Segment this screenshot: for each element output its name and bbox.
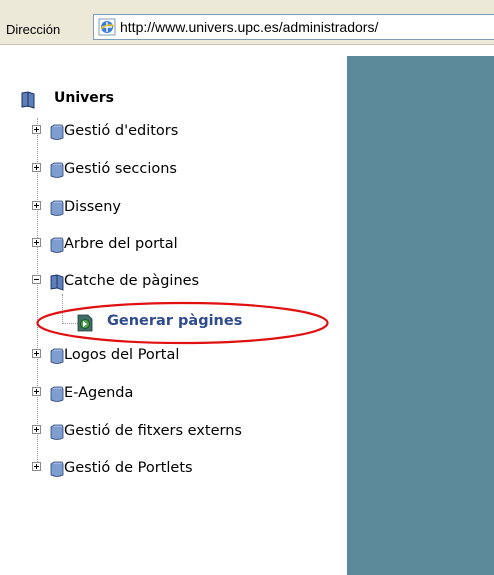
address-bar: Dirección http://www.univers.upc.es/admi…: [0, 0, 494, 45]
tree-node-label: Gestió d'editors: [64, 123, 179, 139]
toolbar-strip: [0, 0, 494, 12]
content-frame-top: [347, 45, 494, 56]
tree-node-label: Catche de pàgines: [64, 273, 200, 289]
tree-node-label: E-Agenda: [64, 385, 134, 401]
tree-node-label: Gestió de Portlets: [64, 460, 193, 476]
tree-node-e-agenda[interactable]: E-Agenda: [0, 383, 347, 405]
address-label: Dirección: [6, 22, 61, 37]
tree-node-arbre-portal[interactable]: Arbre del portal: [0, 234, 347, 256]
tree-node-logos-portal[interactable]: Logos del Portal: [0, 345, 347, 367]
address-url: http://www.univers.upc.es/administradors…: [120, 19, 379, 35]
tree-root-label: Univers: [54, 90, 114, 106]
expand-toggle-icon[interactable]: [32, 462, 41, 471]
tree-node-gestio-portlets[interactable]: Gestió de Portlets: [0, 458, 347, 480]
tree-node-gestio-seccions[interactable]: Gestió seccions: [0, 159, 347, 181]
expand-toggle-icon[interactable]: [32, 387, 41, 396]
tree-node-gestio-editors[interactable]: Gestió d'editors: [0, 121, 347, 143]
tree-node-gestio-fitxers[interactable]: Gestió de fitxers externs: [0, 421, 347, 443]
expand-toggle-icon[interactable]: [32, 425, 41, 434]
collapse-toggle-icon[interactable]: [32, 275, 41, 284]
highlight-ellipse: [36, 301, 329, 345]
ie-page-icon: [98, 18, 116, 36]
expand-toggle-icon[interactable]: [32, 238, 41, 247]
expand-toggle-icon[interactable]: [32, 201, 41, 210]
address-input[interactable]: http://www.univers.upc.es/administradors…: [93, 14, 494, 40]
expand-toggle-icon[interactable]: [32, 125, 41, 134]
expand-toggle-icon[interactable]: [32, 349, 41, 358]
tree-node-label: Gestió seccions: [64, 161, 177, 177]
tree-node-label: Arbre del portal: [64, 236, 178, 252]
tree-node-label: Disseny: [64, 199, 121, 215]
tree-node-catche-pagines[interactable]: Catche de pàgines: [0, 271, 347, 293]
tree-node-label: Logos del Portal: [64, 347, 180, 363]
tree-node-disseny[interactable]: Disseny: [0, 197, 347, 219]
content-frame: [347, 56, 494, 575]
expand-toggle-icon[interactable]: [32, 163, 41, 172]
tree-node-label: Gestió de fitxers externs: [64, 423, 242, 439]
folder-icon: [21, 91, 35, 109]
